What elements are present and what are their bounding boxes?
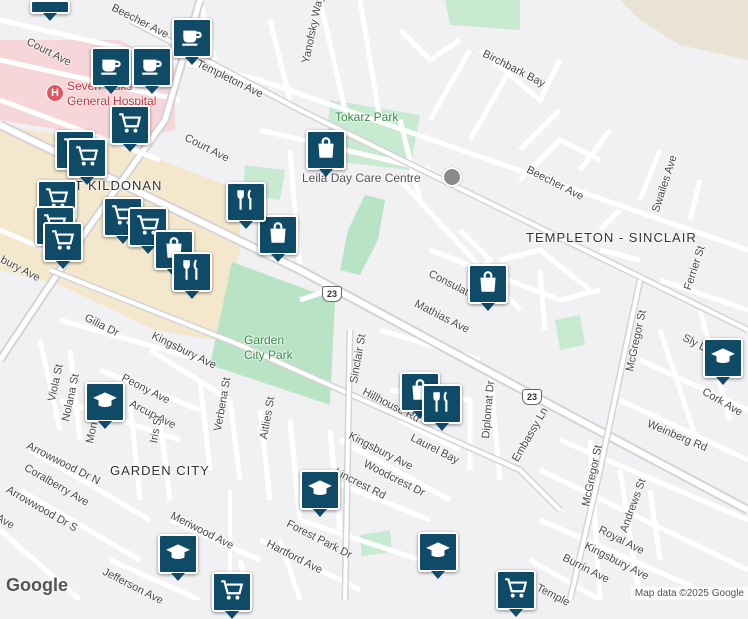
shopping-bag-icon bbox=[265, 220, 291, 251]
shopping-bag-icon bbox=[475, 269, 501, 300]
route-23-shield: 23 bbox=[522, 389, 542, 405]
park-area-strip bbox=[340, 195, 385, 275]
fork-knife-icon bbox=[233, 187, 259, 218]
coffee-cup-icon bbox=[98, 52, 124, 83]
park-label-tokarz: Tokarz Park bbox=[335, 110, 399, 124]
golf-area bbox=[620, 0, 748, 60]
shopping-cart-icon bbox=[74, 143, 100, 174]
graduation-cap-icon bbox=[92, 387, 118, 418]
school-marker[interactable] bbox=[158, 534, 198, 581]
map-attribution[interactable]: Map data ©2025 Google bbox=[630, 587, 748, 600]
grocery-marker[interactable] bbox=[110, 105, 150, 152]
graduation-cap-icon bbox=[307, 475, 333, 506]
route-23-shield: 23 bbox=[322, 286, 342, 302]
fork-knife-icon bbox=[179, 257, 205, 288]
graduation-cap-icon bbox=[425, 537, 451, 568]
fork-knife-icon bbox=[429, 389, 455, 420]
cafe-marker[interactable] bbox=[172, 18, 212, 65]
park-area-small-2 bbox=[555, 315, 585, 350]
shopping-cart-icon bbox=[117, 110, 143, 141]
coffee-cup-icon bbox=[139, 52, 165, 83]
grocery-marker[interactable] bbox=[43, 222, 83, 269]
cafe-marker[interactable] bbox=[30, 0, 70, 21]
grocery-marker[interactable] bbox=[67, 138, 107, 185]
restaurant-marker[interactable] bbox=[422, 384, 462, 431]
google-logo: Google bbox=[6, 575, 68, 595]
school-marker[interactable] bbox=[703, 338, 743, 385]
school-marker[interactable] bbox=[85, 382, 125, 429]
shopping-cart-icon bbox=[50, 227, 76, 258]
graduation-cap-icon bbox=[165, 539, 191, 570]
restaurant-marker[interactable] bbox=[226, 182, 266, 229]
cafe-marker[interactable] bbox=[132, 47, 172, 94]
graduation-cap-icon bbox=[710, 343, 736, 374]
cafe-marker[interactable] bbox=[91, 47, 131, 94]
hospital-icon[interactable]: H bbox=[46, 84, 64, 102]
park-label-garden-city-2: City Park bbox=[244, 348, 293, 362]
park-area-green-top bbox=[445, 0, 520, 30]
shopping-cart-icon bbox=[503, 575, 529, 606]
school-marker[interactable] bbox=[300, 470, 340, 517]
coffee-cup-icon bbox=[179, 23, 205, 54]
school-marker[interactable] bbox=[418, 532, 458, 579]
grocery-marker[interactable] bbox=[496, 570, 536, 617]
shopping-bag-icon bbox=[313, 135, 339, 166]
location-pin-icon[interactable] bbox=[442, 167, 462, 187]
park-label-garden-city-1: Garden bbox=[244, 333, 285, 347]
shop-marker[interactable] bbox=[468, 264, 508, 311]
grocery-marker[interactable] bbox=[212, 572, 252, 619]
shop-marker[interactable] bbox=[306, 130, 346, 177]
area-label-templeton: TEMPLETON - SINCLAIR bbox=[526, 230, 697, 245]
area-label-garden-city: GARDEN CITY bbox=[110, 463, 210, 478]
shopping-cart-icon bbox=[219, 577, 245, 608]
restaurant-marker[interactable] bbox=[172, 252, 212, 299]
